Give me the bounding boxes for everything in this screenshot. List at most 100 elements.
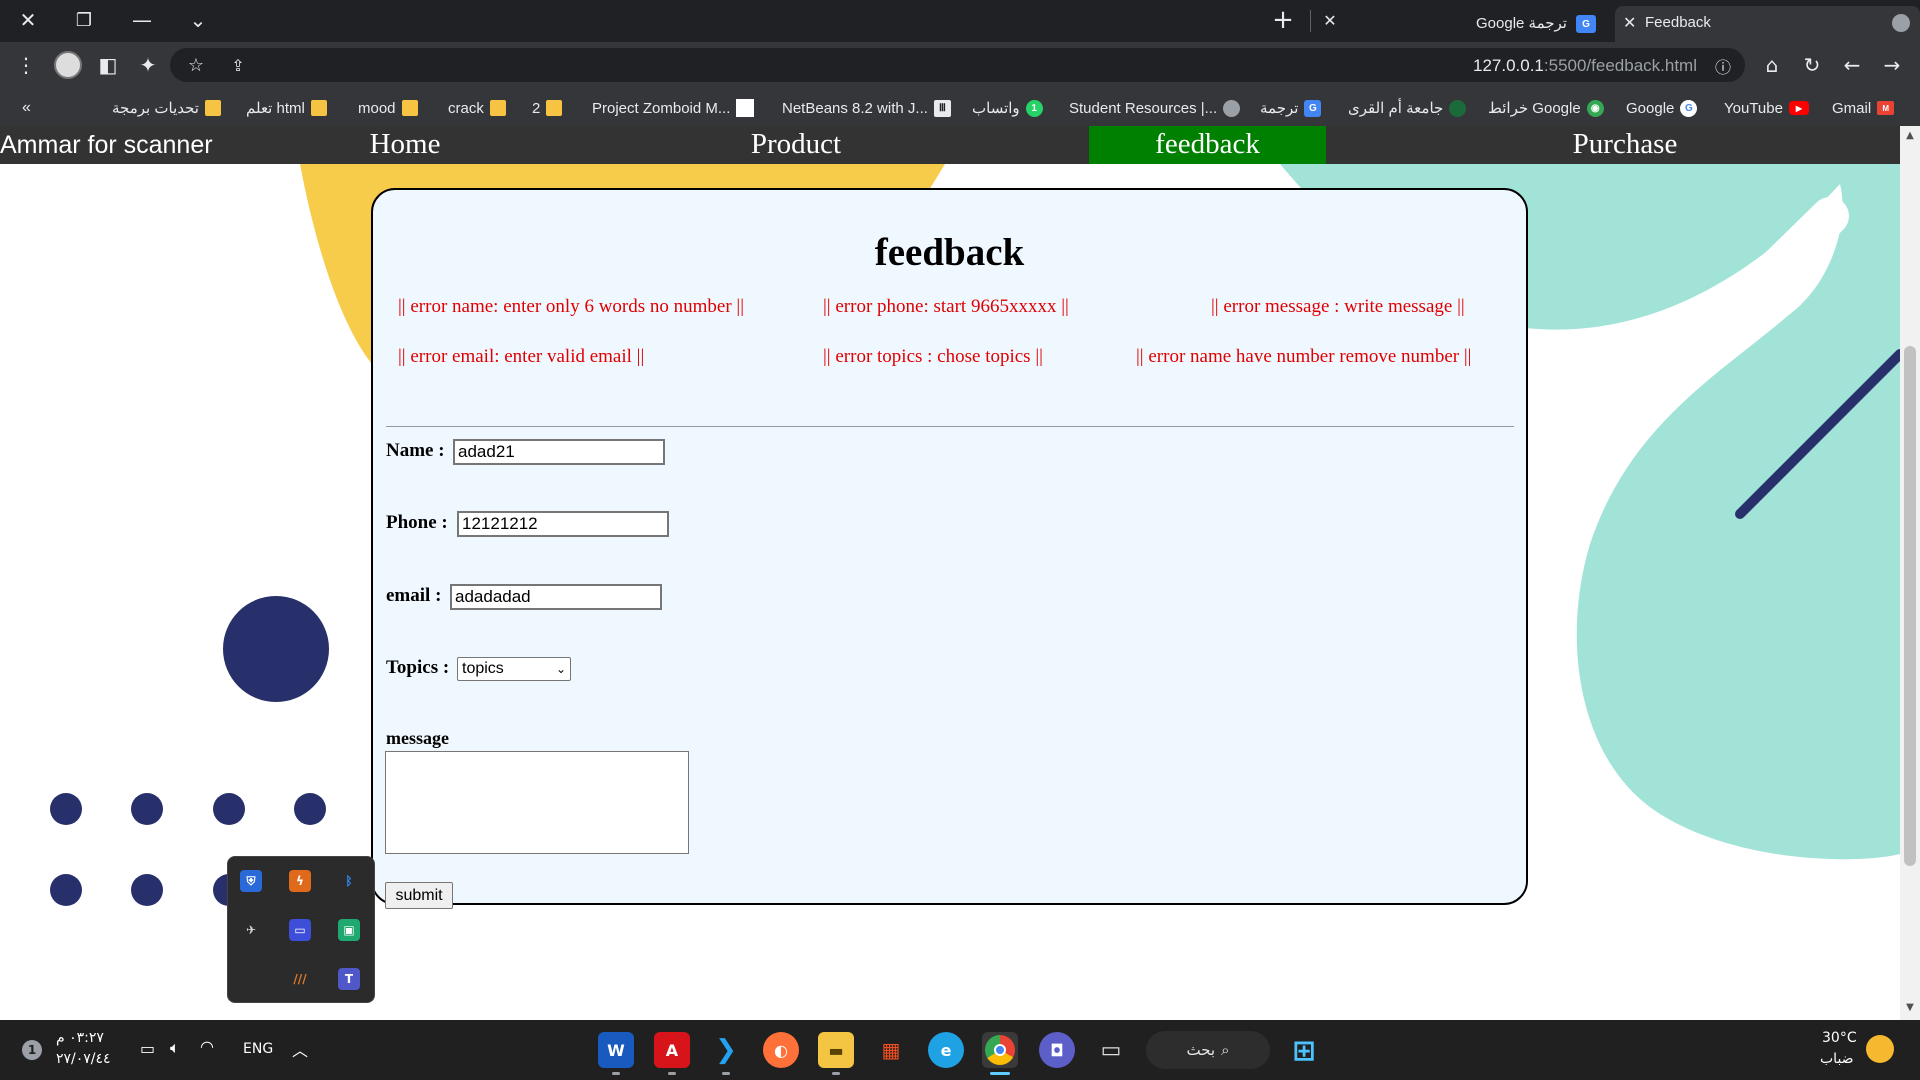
store-icon[interactable]: ▦	[873, 1032, 909, 1068]
folder-icon	[489, 100, 506, 116]
extensions-icon[interactable]: ✦	[132, 49, 164, 81]
window-minimize-icon[interactable]: —	[124, 4, 160, 36]
bookmark-student-resources[interactable]: Student Resources |...	[1069, 97, 1241, 119]
app-green-icon[interactable]: ▣	[338, 919, 360, 941]
bookmark-folder-programming-challenges[interactable]: تحديات برمجة	[112, 97, 221, 119]
error-topics: || error topics : chose topics ||	[823, 346, 1043, 367]
nav-feedback[interactable]: feedback	[1089, 126, 1326, 164]
share-icon[interactable]: ⇪	[222, 49, 254, 81]
tray-chevron-up-icon[interactable]: ︿	[292, 1037, 308, 1061]
site-info-icon[interactable]: ⓘ	[1715, 54, 1731, 78]
language-indicator[interactable]: ENG	[243, 1041, 273, 1057]
bookmark-translate[interactable]: ترجمة G	[1260, 97, 1322, 119]
bookmark-netbeans[interactable]: NetBeans 8.2 with J... Ⅲ	[782, 97, 951, 119]
nav-product[interactable]: Product	[716, 126, 876, 164]
bookmark-google[interactable]: Google G	[1626, 97, 1698, 119]
clock-time[interactable]: ٠٣:٢٧ م	[56, 1030, 104, 1046]
phone-input[interactable]	[457, 511, 669, 537]
bank-icon: Ⅲ	[933, 99, 951, 117]
page-scrollbar[interactable]: ▲ ▼	[1900, 126, 1920, 1020]
topics-select[interactable]: topics ⌄	[457, 657, 571, 681]
bookmark-project-zomboid[interactable]: Project Zomboid M...	[592, 97, 755, 119]
tab-title: Feedback	[1645, 14, 1711, 31]
acrobat-icon[interactable]: A	[654, 1032, 690, 1068]
chrome-active-bg[interactable]	[982, 1032, 1018, 1068]
file-explorer-icon[interactable]: ▬	[818, 1032, 854, 1068]
scroll-thumb[interactable]	[1904, 346, 1916, 866]
desktop-icon[interactable]: ▭	[1093, 1032, 1129, 1068]
teams-chat-icon[interactable]: ◘	[1039, 1032, 1075, 1068]
new-tab-button[interactable]: +	[1265, 4, 1301, 36]
bookmark-label: ترجمة	[1260, 100, 1299, 117]
bookmark-label: تحديات برمجة	[112, 100, 199, 117]
home-icon[interactable]: ⌂	[1756, 49, 1788, 81]
nav-home[interactable]: Home	[330, 126, 480, 164]
tab-search-icon[interactable]: ⌄	[180, 4, 216, 36]
bookmark-label: YouTube	[1724, 99, 1783, 117]
bookmark-whatsapp[interactable]: واتساب 1	[972, 97, 1043, 119]
reload-icon[interactable]: ↻	[1796, 49, 1828, 81]
name-input[interactable]	[453, 439, 665, 465]
bookmark-google-maps[interactable]: خرائط Google ◉	[1488, 97, 1604, 119]
windows-start-icon[interactable]: ⊞	[1286, 1032, 1322, 1068]
forward-icon[interactable]: →	[1876, 49, 1908, 81]
taskbar-search[interactable]: بحث ⌕	[1146, 1031, 1270, 1069]
message-textarea[interactable]	[385, 751, 689, 854]
tab-feedback[interactable]: ✕ Feedback	[1615, 6, 1920, 42]
clock-date[interactable]: ٢٧/٠٧/٤٤	[56, 1051, 111, 1067]
address-bar[interactable]: ☆ ⇪ 127.0.0.1:5500/feedback.html ⓘ	[170, 48, 1745, 82]
volume-icon[interactable]: 🔈︎	[170, 1038, 180, 1058]
window-close-icon[interactable]: ✕	[10, 4, 46, 36]
weather-sun-icon[interactable]	[1866, 1035, 1894, 1063]
bookmark-umm-al-qura[interactable]: جامعة أم القرى	[1348, 97, 1467, 119]
teams-icon[interactable]: T	[338, 968, 360, 990]
scroll-up-icon[interactable]: ▲	[1900, 130, 1920, 146]
dot	[50, 874, 82, 906]
university-icon	[1449, 99, 1467, 117]
folder-icon	[204, 100, 221, 116]
url-text[interactable]: 127.0.0.1:5500/feedback.html	[1473, 56, 1697, 76]
submit-button[interactable]: submit	[385, 882, 453, 909]
bookmarks-more-button[interactable]: «	[22, 97, 31, 119]
bookmark-folder-crack[interactable]: crack	[448, 97, 506, 119]
bookmark-gmail[interactable]: Gmail M	[1832, 97, 1895, 119]
firefox-icon[interactable]: ◐	[763, 1032, 799, 1068]
display-icon[interactable]: ▭	[289, 919, 311, 941]
tab-close-icon[interactable]: ✕	[1623, 13, 1636, 32]
nav-purchase[interactable]: Purchase	[1540, 126, 1710, 164]
form-title: feedback	[874, 231, 1025, 274]
scroll-down-icon[interactable]: ▼	[1900, 1002, 1920, 1018]
dot	[50, 793, 82, 825]
tab-divider	[1310, 10, 1311, 32]
bookmark-folder-learn-html[interactable]: تعلم html	[246, 97, 327, 119]
window-restore-icon[interactable]: ❐	[66, 4, 102, 36]
word-icon[interactable]: W	[598, 1032, 634, 1068]
bookmark-label: تعلم html	[246, 100, 305, 117]
app-orange-icon[interactable]: ϟ	[289, 870, 311, 892]
bookmark-folder-mood[interactable]: mood	[358, 97, 418, 119]
side-panel-icon[interactable]: ◧	[92, 49, 124, 81]
app-stripes-icon[interactable]: ///	[289, 968, 311, 990]
menu-dots-icon[interactable]: ⋮	[10, 49, 42, 81]
back-icon[interactable]: ←	[1836, 49, 1868, 81]
error-message: || error message : write message ||	[1211, 296, 1465, 317]
email-input[interactable]	[450, 584, 662, 610]
wifi-icon[interactable]: ◠	[200, 1037, 214, 1056]
edge-icon[interactable]: e	[928, 1032, 964, 1068]
weather-desc[interactable]: ضباب	[1820, 1051, 1854, 1067]
profile-avatar[interactable]	[54, 51, 82, 79]
vscode-icon[interactable]: ❯	[708, 1032, 744, 1068]
airplane-icon[interactable]: ✈	[240, 919, 262, 941]
battery-icon[interactable]: ▭	[140, 1039, 155, 1058]
chrome-icon	[985, 1035, 1015, 1065]
tab-translate[interactable]: Google ترجمة G	[1340, 6, 1610, 42]
security-shield-icon[interactable]: ⛨	[240, 870, 262, 892]
bluetooth-icon[interactable]: ᛒ	[338, 870, 360, 892]
weather-temp[interactable]: 30°C	[1822, 1030, 1857, 1046]
bookmark-youtube[interactable]: YouTube ▶	[1724, 97, 1809, 119]
bookmark-folder-2[interactable]: 2	[532, 97, 563, 119]
bookmark-star-icon[interactable]: ☆	[180, 49, 212, 81]
notification-icon[interactable]: 1	[22, 1040, 42, 1060]
search-icon: ⌕	[1221, 1041, 1230, 1059]
topics-selected-value: topics	[462, 660, 504, 677]
